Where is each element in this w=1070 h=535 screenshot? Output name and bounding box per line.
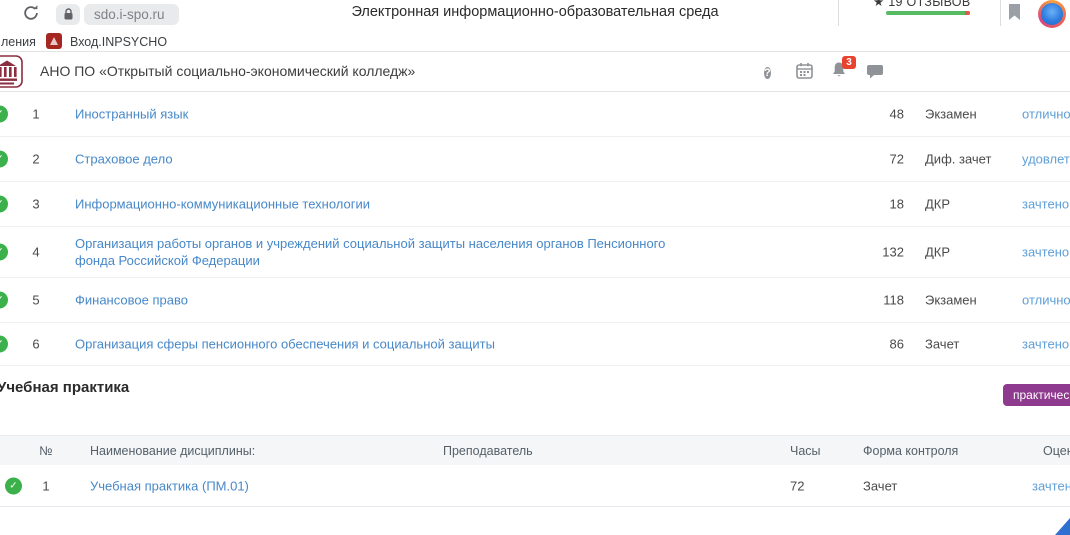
- bookmark-icon[interactable]: [1008, 4, 1021, 26]
- table-row: ✓ 4 Организация работы органов и учрежде…: [0, 227, 1070, 278]
- hours-value: 48: [858, 107, 904, 122]
- header-hours: Часы: [790, 444, 821, 458]
- bookmark-item-truncated[interactable]: ления: [1, 35, 36, 49]
- table-row: ✓ 1 Учебная практика (ПМ.01) 72 Зачет за…: [0, 465, 1070, 507]
- disciplines-table: ✓ 1 Иностранный язык 48 Экзамен отлично …: [0, 92, 1070, 366]
- chat-icon[interactable]: [866, 64, 884, 85]
- profile-avatar-image: [1041, 3, 1063, 25]
- reviews-rating-bar: [886, 11, 970, 15]
- hours-value: 118: [858, 293, 904, 308]
- reviews-rating-bar-tip: [965, 11, 970, 15]
- reload-icon[interactable]: [22, 4, 40, 22]
- table-row: ✓ 1 Иностранный язык 48 Экзамен отлично: [0, 92, 1070, 137]
- control-form: Экзамен: [925, 107, 977, 122]
- header-teacher: Преподаватель: [443, 444, 533, 458]
- control-form: Экзамен: [925, 293, 977, 308]
- grade-link[interactable]: отлично: [1022, 293, 1070, 308]
- practice-table-header: № Наименование дисциплины: Преподаватель…: [0, 435, 1070, 465]
- lock-icon[interactable]: [56, 4, 80, 25]
- grade-link[interactable]: зачтено: [1022, 337, 1069, 352]
- bookmarks-bar: ления Вход.INPSYCHO: [0, 30, 1070, 52]
- row-number: 1: [26, 107, 46, 122]
- discipline-link[interactable]: Информационно-коммуникационные технологи…: [75, 196, 695, 213]
- browser-window: sdo.i-spo.ru Электронная информационно-о…: [0, 0, 1070, 535]
- org-name: АНО ПО «Открытый социально-экономический…: [40, 63, 415, 79]
- section-title-practice: Учебная практика: [0, 379, 129, 396]
- table-row: ✓ 3 Информационно-коммуникационные техно…: [0, 182, 1070, 227]
- page-title: Электронная информационно-образовательна…: [295, 4, 775, 20]
- practice-type-badge: практическое: [1003, 384, 1070, 406]
- completed-check-icon: ✓: [0, 292, 8, 309]
- toolbar-divider: [1000, 0, 1001, 26]
- row-number: 4: [26, 245, 46, 260]
- control-form: Диф. зачет: [925, 152, 991, 167]
- college-logo: [0, 54, 24, 95]
- reviews-label: ★ 19 ОТЗЫВОВ: [873, 0, 970, 9]
- scroll-corner-button[interactable]: [1055, 518, 1070, 535]
- notification-count-badge: 3: [842, 56, 856, 69]
- site-header: АНО ПО «Открытый социально-экономический…: [0, 52, 1070, 92]
- toolbar-divider: [838, 0, 839, 26]
- control-form: ДКР: [925, 197, 950, 212]
- discipline-link[interactable]: Организация работы органов и учреждений …: [75, 235, 695, 269]
- bookmark-item-inpsycho[interactable]: Вход.INPSYCHO: [70, 35, 167, 49]
- header-name: Наименование дисциплины:: [90, 444, 255, 458]
- hours-value: 86: [858, 337, 904, 352]
- row-number: 5: [26, 293, 46, 308]
- discipline-link[interactable]: Иностранный язык: [75, 106, 695, 123]
- grade-link[interactable]: отлично: [1022, 107, 1070, 122]
- header-num: №: [36, 444, 56, 458]
- control-form: Зачет: [863, 478, 897, 493]
- bookmark-favicon: [46, 33, 62, 49]
- completed-check-icon: ✓: [0, 196, 8, 213]
- address-bar[interactable]: sdo.i-spo.ru: [84, 4, 179, 25]
- calendar-icon[interactable]: [796, 62, 813, 85]
- hours-value: 132: [858, 245, 904, 260]
- row-number: 2: [26, 152, 46, 167]
- browser-toolbar: sdo.i-spo.ru Электронная информационно-о…: [0, 0, 1070, 30]
- discipline-link[interactable]: Финансовое право: [75, 292, 695, 309]
- hours-value: 18: [858, 197, 904, 212]
- completed-check-icon: ✓: [5, 477, 22, 494]
- row-number: 3: [26, 197, 46, 212]
- completed-check-icon: ✓: [0, 151, 8, 168]
- control-form: Зачет: [925, 337, 959, 352]
- header-grade: Оценка: [1043, 444, 1070, 458]
- control-form: ДКР: [925, 245, 950, 260]
- table-row: ✓ 6 Организация сферы пенсионного обеспе…: [0, 323, 1070, 366]
- grade-link[interactable]: зачтено: [1022, 197, 1069, 212]
- completed-check-icon: ✓: [0, 106, 8, 123]
- table-row: ✓ 5 Финансовое право 118 Экзамен отлично: [0, 278, 1070, 323]
- row-number: 6: [26, 337, 46, 352]
- grade-link[interactable]: зачтено: [1032, 478, 1070, 493]
- profile-avatar[interactable]: [1038, 0, 1066, 28]
- row-number: 1: [36, 478, 56, 493]
- discipline-link[interactable]: Учебная практика (ПМ.01): [90, 477, 590, 494]
- discipline-link[interactable]: Организация сферы пенсионного обеспечени…: [75, 336, 695, 353]
- table-row: ✓ 2 Страховое дело 72 Диф. зачет удовлет…: [0, 137, 1070, 182]
- completed-check-icon: ✓: [0, 336, 8, 353]
- reviews-button[interactable]: ★ 19 ОТЗЫВОВ: [873, 0, 973, 11]
- hours-value: 72: [790, 478, 804, 493]
- grade-link[interactable]: удовлетворительно: [1022, 152, 1070, 167]
- grade-link[interactable]: зачтено: [1022, 245, 1069, 260]
- header-control: Форма контроля: [863, 444, 958, 458]
- completed-check-icon: ✓: [0, 244, 8, 261]
- discipline-link[interactable]: Страховое дело: [75, 151, 695, 168]
- hours-value: 72: [858, 152, 904, 167]
- help-icon[interactable]: ?: [764, 63, 771, 82]
